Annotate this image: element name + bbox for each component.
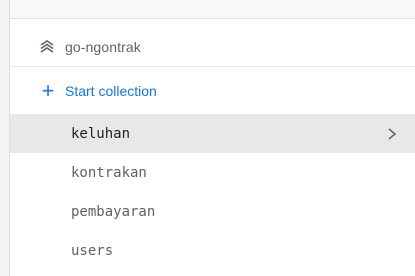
collection-item-users[interactable]: users <box>10 231 415 270</box>
collections-panel: go-ngontrak + Start collection keluhan k… <box>10 19 415 276</box>
collection-list: keluhan kontrakan pembayaran users <box>10 114 415 270</box>
collection-item-keluhan[interactable]: keluhan <box>10 114 415 153</box>
database-header: go-ngontrak <box>10 27 415 67</box>
collection-name: users <box>71 242 114 259</box>
plus-icon: + <box>41 78 55 103</box>
collection-name: kontrakan <box>71 164 147 181</box>
collection-item-kontrakan[interactable]: kontrakan <box>10 153 415 192</box>
left-panel-border <box>0 0 10 276</box>
collection-name: pembayaran <box>71 203 156 220</box>
panel-top-bar <box>10 0 415 19</box>
collection-item-pembayaran[interactable]: pembayaran <box>10 192 415 231</box>
database-name: go-ngontrak <box>65 38 141 55</box>
collection-name: keluhan <box>71 125 131 142</box>
database-stack-icon <box>40 39 54 53</box>
start-collection-label: Start collection <box>65 83 157 99</box>
chevron-right-icon <box>388 127 397 140</box>
start-collection-button[interactable]: + Start collection <box>10 76 415 106</box>
